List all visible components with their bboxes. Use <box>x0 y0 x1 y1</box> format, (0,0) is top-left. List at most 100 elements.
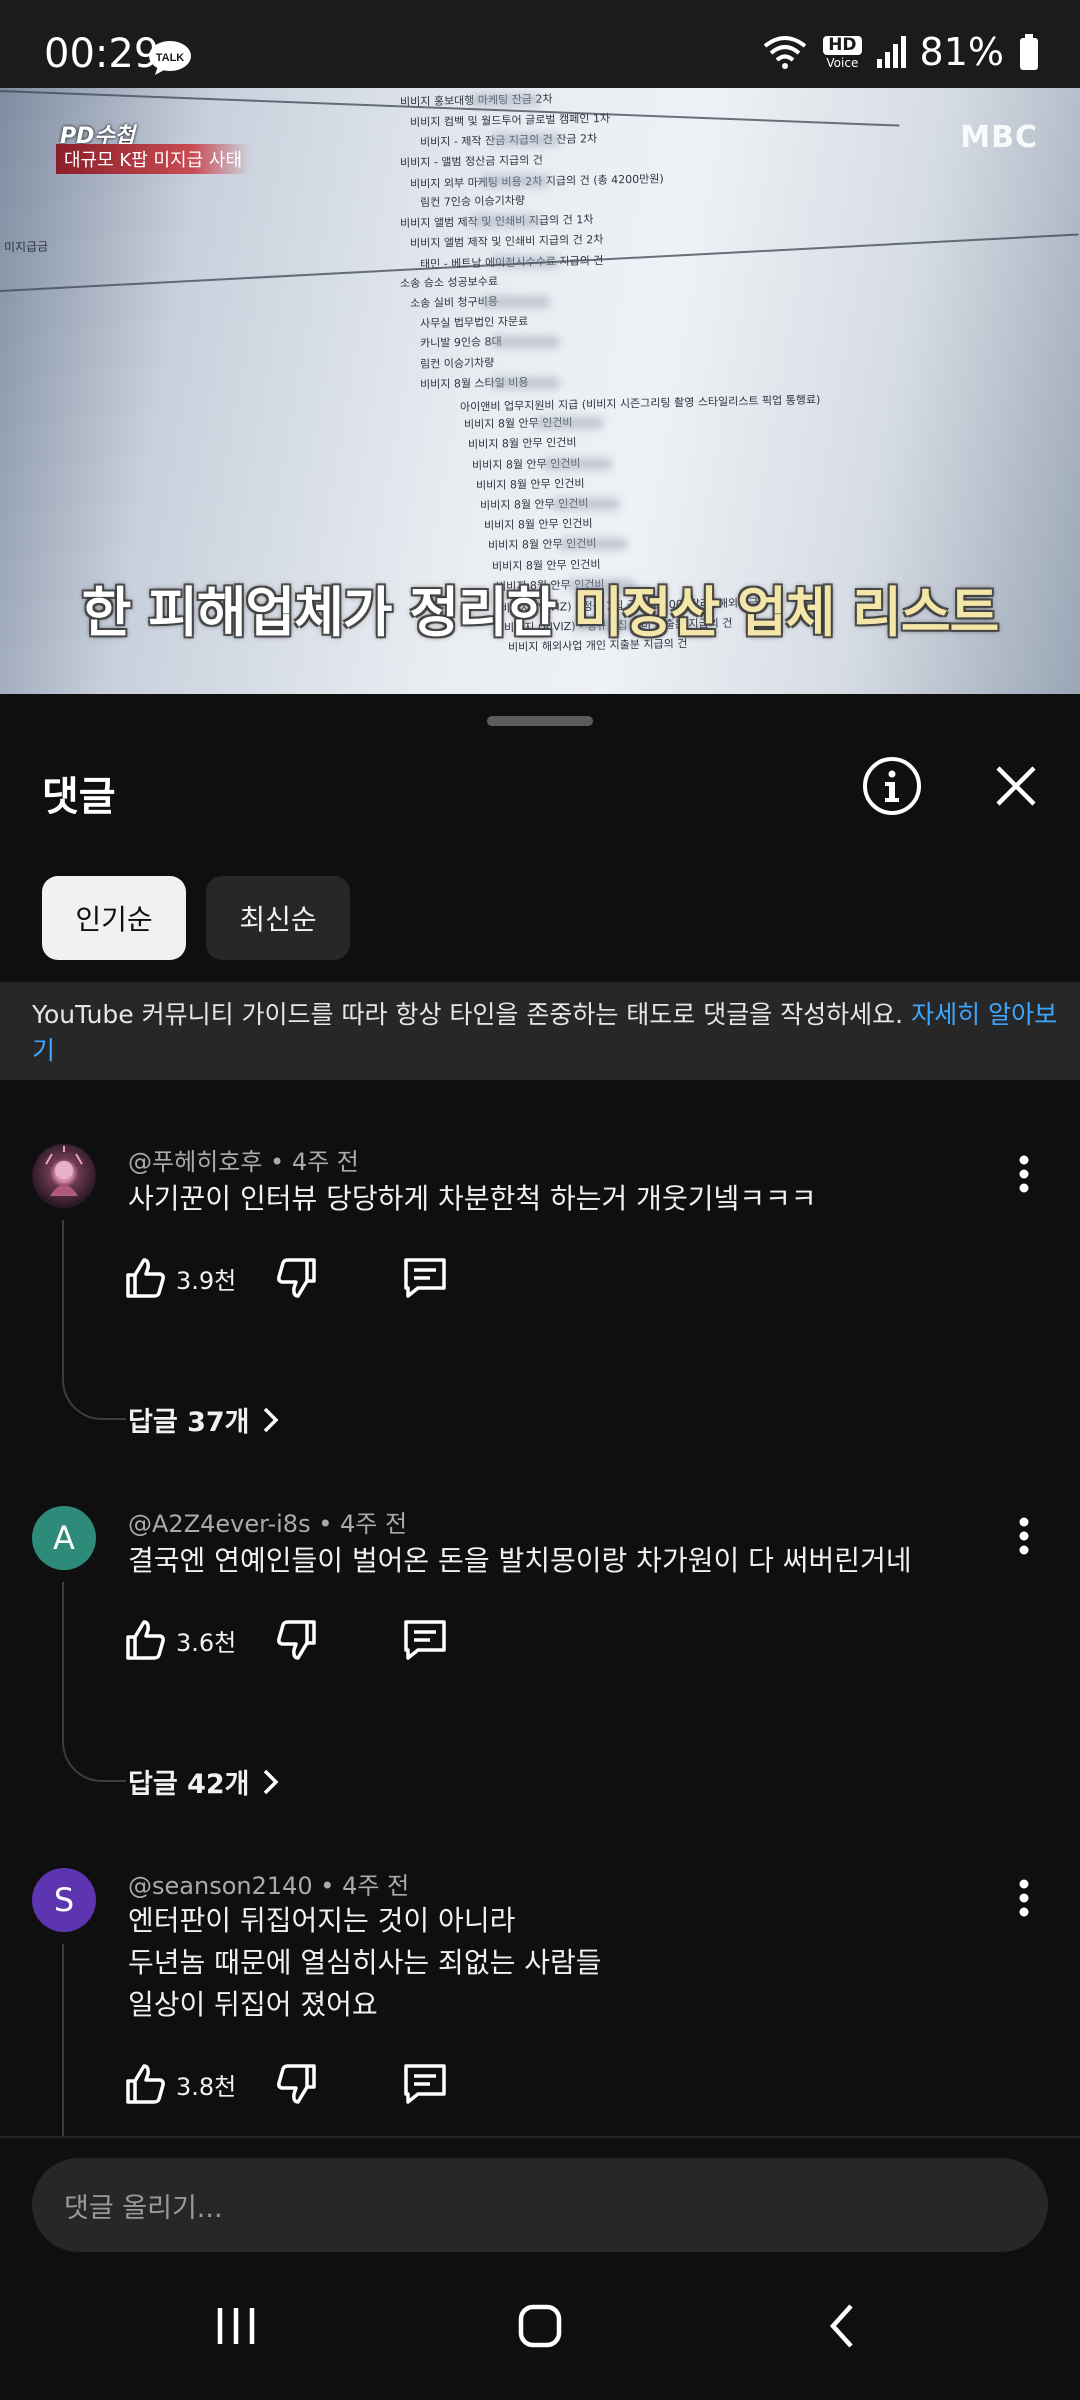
comment-text: 결국엔 연예인들이 벌어온 돈을 발치몽이랑 차가원이 다 써버린거네 <box>128 1544 912 1577</box>
info-button[interactable] <box>856 750 928 822</box>
comment-author[interactable]: @푸헤히호후 <box>128 1148 262 1176</box>
doc-line-text: 비비지 - 앨범 정산금 지급의 건 <box>399 153 544 170</box>
battery-percent: 81% <box>919 30 1004 74</box>
view-replies-button[interactable]: 답글 42개 <box>128 1762 280 1801</box>
more-vert-icon <box>1019 1879 1029 1917</box>
doc-redaction <box>534 417 604 430</box>
comment-time: 4주 전 <box>291 1148 359 1176</box>
doc-line-text: 비비지 8월 안무 인건비 <box>467 436 577 452</box>
doc-redaction <box>470 94 540 106</box>
comment-meta: @A2Z4ever-i8s • 4주 전 <box>128 1510 408 1538</box>
video-player[interactable]: 비비지 홍보대행 마케팅 잔금 2차비비지 컴백 및 월드투어 글로벌 캠페인 … <box>0 88 1080 694</box>
doc-redaction <box>480 296 550 308</box>
sheet-title: 댓글 <box>42 774 116 820</box>
reply-button[interactable] <box>402 2062 448 2106</box>
like-count: 3.8천 <box>176 2072 237 2101</box>
thread-line <box>62 1220 64 1380</box>
comment-meta: @seanson2140 • 4주 전 <box>128 1872 410 1900</box>
comment-composer-bar: 댓글 올리기... <box>0 2136 1080 2256</box>
doc-redaction <box>550 498 620 510</box>
hd-voice-icon: HD Voice <box>823 35 862 69</box>
nav-back-button[interactable] <box>802 2296 882 2356</box>
sort-chip-top[interactable]: 인기순 <box>42 876 186 960</box>
reply-icon <box>404 1620 446 1660</box>
community-guideline-banner: YouTube 커뮤니티 가이드를 따라 항상 타인을 존중하는 태도로 댓글을… <box>0 982 1080 1080</box>
thumbs-down-icon <box>277 1258 316 1298</box>
nav-home-button[interactable] <box>500 2296 580 2356</box>
doc-redaction <box>490 336 560 349</box>
dislike-button[interactable] <box>274 2062 318 2106</box>
avatar-image <box>45 1146 83 1196</box>
video-caption: 한 피해업체가 정리한 미정산 업체 리스트 <box>0 568 1080 647</box>
doc-line-text: 사무실 법무법인 자문료 <box>419 315 529 331</box>
talk-notification-icon: TALK <box>149 41 191 75</box>
thumbs-up-icon <box>126 1258 165 1298</box>
doc-line-text: 림컨 이승기차량 <box>419 355 495 371</box>
program-subtitle: 대규모 K팝 미지급 사태 <box>56 144 251 174</box>
view-replies-button[interactable]: 답글 37개 <box>128 1400 280 1439</box>
comment-text-line: 일상이 뒤집어 졌어요 <box>128 1988 378 2021</box>
comment-actions: 3.9천 <box>124 1250 448 1306</box>
doc-redaction <box>480 174 550 187</box>
close-icon <box>996 766 1036 806</box>
signal-icon <box>876 36 906 68</box>
guideline-message: YouTube 커뮤니티 가이드를 따라 항상 타인을 존중하는 태도로 댓글을… <box>32 1000 904 1029</box>
avatar[interactable] <box>32 1144 96 1208</box>
thumbs-up-icon <box>126 2064 165 2104</box>
close-button[interactable] <box>980 750 1052 822</box>
comment-author[interactable]: @seanson2140 <box>128 1872 313 1900</box>
avatar[interactable]: S <box>32 1868 96 1932</box>
sort-chip-newest[interactable]: 최신순 <box>206 876 350 960</box>
thumbs-down-icon <box>277 2064 316 2104</box>
back-icon <box>829 2304 853 2348</box>
chevron-right-icon <box>263 1769 278 1794</box>
doc-redaction <box>558 538 628 551</box>
comment-text-line: 두년놈 때문에 열심히사는 죄없는 사람들 <box>128 1946 602 1979</box>
doc-redaction <box>490 134 560 147</box>
doc-line-text: 비비지 8월 안무 인건비 <box>475 476 585 492</box>
like-button[interactable]: 3.6천 <box>124 1618 236 1662</box>
doc-line-text: 소송 승소 성공보수료 <box>399 274 499 290</box>
avatar[interactable]: A <box>32 1506 96 1570</box>
like-button[interactable]: 3.9천 <box>124 1256 236 1300</box>
reply-icon <box>404 1258 446 1298</box>
info-icon <box>863 757 921 815</box>
status-time: 00:29 <box>44 31 160 77</box>
hd-badge: HD <box>823 35 862 55</box>
home-icon <box>518 2304 562 2348</box>
like-count: 3.9천 <box>176 1266 237 1295</box>
talk-badge-text: TALK <box>156 52 185 64</box>
thread-line <box>62 1582 64 1742</box>
comment-text-line: 엔터판이 뒤집어지는 것이 아니라 <box>128 1904 516 1937</box>
doc-side-label: 미지급금 <box>3 239 49 255</box>
doc-redaction <box>490 376 560 389</box>
dislike-button[interactable] <box>274 1256 318 1300</box>
comment-more-button[interactable] <box>1008 1144 1040 1204</box>
reply-icon <box>404 2064 446 2104</box>
comment-more-button[interactable] <box>1008 1868 1040 1928</box>
more-vert-icon <box>1019 1517 1029 1555</box>
reply-button[interactable] <box>402 1256 448 1300</box>
doc-line-text: 비비지 8월 안무 인건비 <box>483 517 593 533</box>
like-button[interactable]: 3.8천 <box>124 2062 236 2106</box>
reply-button[interactable] <box>402 1618 448 1662</box>
comment-author[interactable]: @A2Z4ever-i8s <box>128 1510 311 1538</box>
status-icons: HD Voice 81% <box>761 30 1040 74</box>
comment-input-placeholder: 댓글 올리기... <box>64 2192 223 2224</box>
doc-line-text: 아이앤비 업무지원비 지급 (비비지 시즌그리팅 촬영 스타일리스트 픽업 통행… <box>459 393 821 414</box>
thumbs-up-icon <box>126 1620 165 1660</box>
doc-redaction <box>470 215 540 228</box>
comment-meta: @푸헤히호후 • 4주 전 <box>128 1148 359 1176</box>
drag-handle[interactable] <box>487 716 593 726</box>
like-count: 3.6천 <box>176 1628 237 1657</box>
comment-more-button[interactable] <box>1008 1506 1040 1566</box>
more-vert-icon <box>1019 1155 1029 1193</box>
doc-line-text: 림컨 7인승 이승기차량 <box>419 193 526 210</box>
comment-input[interactable]: 댓글 올리기... <box>32 2158 1048 2252</box>
nav-recents-button[interactable] <box>196 2296 276 2356</box>
replies-count: 답글 37개 <box>128 1407 250 1438</box>
dislike-button[interactable] <box>274 1618 318 1662</box>
channel-logo: MBC <box>960 120 1038 155</box>
comment-actions: 3.8천 <box>124 2056 448 2112</box>
comment-text: 엔터판이 뒤집어지는 것이 아니라 두년놈 때문에 열심히사는 죄없는 사람들 … <box>128 1900 602 2026</box>
